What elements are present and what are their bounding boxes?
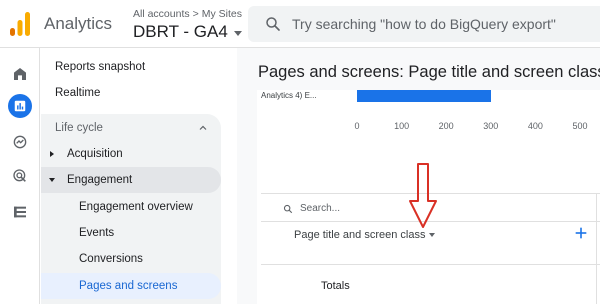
account-breadcrumb[interactable]: All accounts > My Sites xyxy=(133,8,242,20)
x-tick-label: 300 xyxy=(483,121,499,131)
x-tick-label: 200 xyxy=(438,121,454,131)
configure-button[interactable] xyxy=(8,200,32,224)
top-bar: Analytics All accounts > My Sites DBRT - G… xyxy=(0,0,600,48)
column-divider xyxy=(596,194,597,304)
property-selector[interactable]: DBRT - GA4 xyxy=(133,22,242,42)
sidebar-item-engagement[interactable]: Engagement xyxy=(41,167,221,193)
search-input[interactable] xyxy=(292,16,582,32)
bar-mark xyxy=(357,90,491,102)
explore-button[interactable] xyxy=(8,130,32,154)
sidebar-item-label: Pages and screens xyxy=(79,280,178,292)
page-title: Pages and screens: Page title and screen… xyxy=(258,63,600,81)
configure-icon xyxy=(14,206,26,218)
sidebar-item-events[interactable]: Events xyxy=(41,220,221,246)
dimension-selector[interactable]: Page title and screen class xyxy=(294,229,436,241)
sidebar-item-engagement-overview[interactable]: Engagement overview xyxy=(41,194,221,220)
annotation-arrow-icon xyxy=(409,163,437,228)
sidebar-item-reports-snapshot[interactable]: Reports snapshot xyxy=(41,54,221,80)
advertising-button[interactable] xyxy=(8,164,32,188)
home-icon xyxy=(14,68,26,80)
breadcrumb-site[interactable]: My Sites xyxy=(202,8,242,20)
totals-label: Totals xyxy=(321,280,350,292)
sidebar-section-lifecycle[interactable]: Life cycle xyxy=(41,115,221,141)
breadcrumb-all-accounts[interactable]: All accounts xyxy=(133,8,190,20)
sidebar-item-realtime[interactable]: Realtime xyxy=(41,80,221,106)
sidebar-item-label: Events xyxy=(79,227,115,239)
reports-button[interactable] xyxy=(8,94,32,118)
chevron-up-icon xyxy=(199,125,207,130)
explore-icon xyxy=(13,135,27,149)
search-icon xyxy=(283,204,293,213)
search-icon xyxy=(266,17,280,31)
sidebar-item-label: Acquisition xyxy=(67,148,123,160)
sidebar-item-pages-and-screens[interactable]: Pages and screens xyxy=(41,273,221,299)
x-tick-label: 0 xyxy=(354,121,360,131)
sidebar-item-label: Reports snapshot xyxy=(55,61,146,73)
divider xyxy=(261,264,600,265)
sidebar-item-acquisition[interactable]: Acquisition xyxy=(41,141,221,167)
x-tick-label: 400 xyxy=(527,121,543,131)
expand-arrow-icon xyxy=(50,151,54,157)
app-title: Analytics xyxy=(44,14,113,33)
global-search[interactable] xyxy=(248,6,600,42)
sidebar-item-label: Conversions xyxy=(79,253,143,265)
sidebar-item-conversions[interactable]: Conversions xyxy=(41,246,221,272)
analytics-logo-icon[interactable] xyxy=(10,12,30,36)
add-dimension-icon[interactable] xyxy=(573,225,589,241)
collapse-arrow-icon xyxy=(49,178,55,182)
reports-icon xyxy=(14,100,26,112)
caret-down-icon xyxy=(233,30,242,36)
dimension-label: Page title and screen class xyxy=(294,229,426,241)
sidebar-item-label: Engagement overview xyxy=(79,201,193,213)
caret-down-icon xyxy=(429,233,436,237)
x-tick-label: 500 xyxy=(572,121,588,131)
section-label: Life cycle xyxy=(55,122,103,134)
x-tick-label: 100 xyxy=(394,121,410,131)
breadcrumb-separator: > xyxy=(192,8,199,20)
left-rail xyxy=(0,48,40,304)
sidebar-item-label: Engagement xyxy=(67,174,133,186)
table-search-placeholder[interactable]: Search... xyxy=(300,203,340,214)
advertising-icon xyxy=(13,169,26,182)
sidebar-item-label: Realtime xyxy=(55,87,101,99)
bar-row-label: Analytics 4) E... xyxy=(261,91,317,100)
sidebar-nav: Reports snapshot Realtime Life cycle Acq… xyxy=(41,48,236,304)
home-button[interactable] xyxy=(8,62,32,86)
table-search[interactable]: Search... xyxy=(283,203,340,214)
property-name: DBRT - GA4 xyxy=(133,22,228,41)
